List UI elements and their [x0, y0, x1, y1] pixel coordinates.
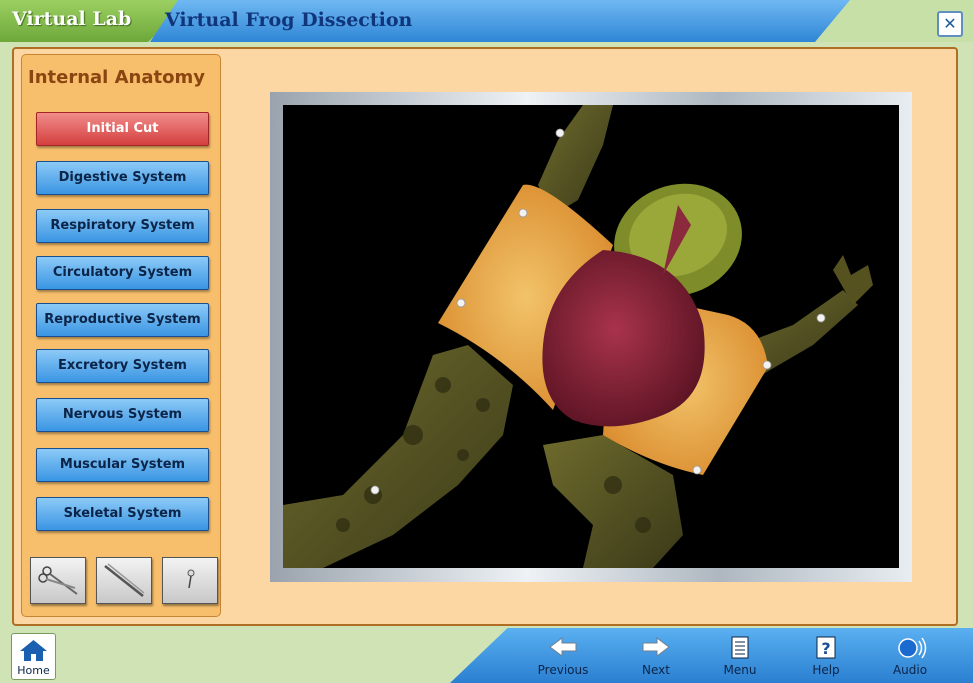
- bottom-navigation: Previous Next Menu ? Help Audio: [450, 628, 973, 683]
- help-icon: ?: [816, 636, 836, 659]
- scissors-tool-button[interactable]: [30, 557, 86, 604]
- sidebar: Internal Anatomy Initial Cut Digestive S…: [21, 54, 221, 617]
- help-button[interactable]: ? Help: [806, 636, 846, 677]
- previous-button[interactable]: Previous: [536, 636, 590, 677]
- menu-label: Menu: [723, 663, 757, 677]
- sidebar-title: Internal Anatomy: [28, 67, 205, 88]
- close-button[interactable]: ✕: [937, 11, 963, 37]
- audio-button[interactable]: Audio: [888, 636, 932, 677]
- home-icon: [20, 640, 47, 661]
- circulatory-system-button[interactable]: Circulatory System: [36, 256, 209, 290]
- main-panel: Internal Anatomy Initial Cut Digestive S…: [12, 47, 958, 626]
- scissors-icon: [38, 566, 78, 595]
- header-bar: Virtual Lab Virtual Frog Dissection ✕: [0, 0, 973, 42]
- dissection-canvas[interactable]: [283, 105, 899, 568]
- skeletal-system-button[interactable]: Skeletal System: [36, 497, 209, 531]
- page-title: Virtual Frog Dissection: [165, 9, 413, 31]
- initial-cut-button[interactable]: Initial Cut: [36, 112, 209, 146]
- menu-icon: [731, 636, 749, 659]
- reproductive-system-button[interactable]: Reproductive System: [36, 303, 209, 337]
- home-button[interactable]: Home: [11, 633, 56, 680]
- forceps-icon: [104, 563, 145, 597]
- svg-text:?: ?: [821, 639, 830, 658]
- excretory-system-button[interactable]: Excretory System: [36, 349, 209, 383]
- pin-icon: [187, 569, 195, 589]
- forceps-tool-button[interactable]: [96, 557, 152, 604]
- arrow-right-icon: [642, 637, 670, 657]
- arrow-left-icon: [549, 637, 577, 657]
- previous-label: Previous: [537, 663, 589, 677]
- next-button[interactable]: Next: [636, 636, 676, 677]
- respiratory-system-button[interactable]: Respiratory System: [36, 209, 209, 243]
- footer-bar: Home Previous Next Menu ? Help Audio: [0, 626, 973, 683]
- brand-logo-text: Virtual Lab: [12, 8, 132, 30]
- help-label: Help: [812, 663, 840, 677]
- nervous-system-button[interactable]: Nervous System: [36, 398, 209, 432]
- dissection-viewer: [270, 92, 912, 582]
- frog-dissection-image: [283, 105, 873, 568]
- pin-tool-button[interactable]: [162, 557, 218, 604]
- audio-label: Audio: [892, 663, 928, 677]
- menu-button[interactable]: Menu: [720, 636, 760, 677]
- audio-icon: [898, 637, 927, 659]
- home-label: Home: [17, 664, 50, 677]
- muscular-system-button[interactable]: Muscular System: [36, 448, 209, 482]
- next-label: Next: [642, 663, 670, 677]
- digestive-system-button[interactable]: Digestive System: [36, 161, 209, 195]
- close-icon: ✕: [943, 14, 957, 33]
